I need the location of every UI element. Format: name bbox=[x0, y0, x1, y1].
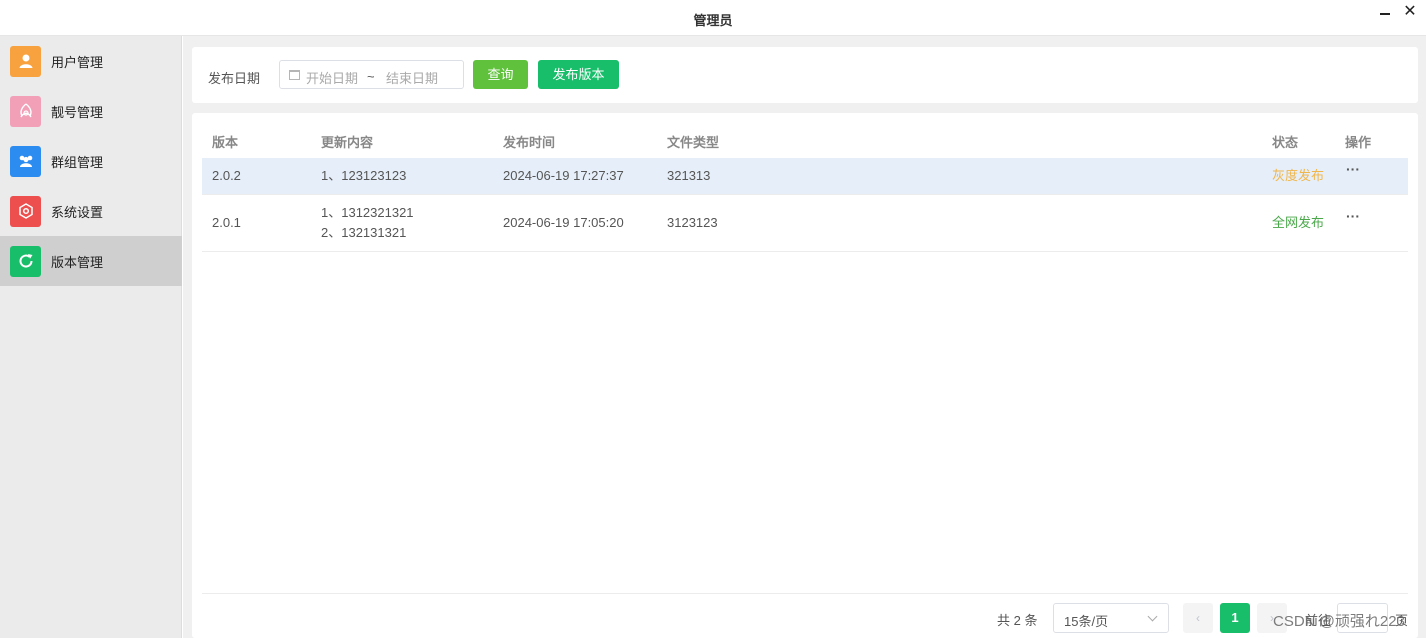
publish-version-button[interactable]: 发布版本 bbox=[538, 60, 619, 89]
page-size-select[interactable]: 15条/页 bbox=[1053, 603, 1169, 633]
filter-bar: 发布日期 开始日期 ~ 结束日期 查询 发布版本 bbox=[192, 47, 1418, 103]
more-actions-icon[interactable]: ··· bbox=[1346, 208, 1360, 224]
column-header-time: 发布时间 bbox=[503, 135, 556, 150]
sidebar: 用户管理 靓号管理 群组管理 系统设置 版本管理 bbox=[0, 36, 182, 638]
divider bbox=[202, 593, 1408, 594]
sidebar-item-label: 版本管理 bbox=[51, 254, 104, 270]
minimize-icon bbox=[1380, 13, 1390, 15]
column-header-version: 版本 bbox=[212, 135, 239, 150]
end-date-input[interactable]: 结束日期 bbox=[386, 68, 438, 87]
status-badge: 全网发布 bbox=[1272, 215, 1325, 230]
page-number-1[interactable]: 1 bbox=[1220, 603, 1250, 633]
total-count: 共 2 条 bbox=[997, 613, 1038, 628]
settings-hexagon-icon bbox=[10, 195, 41, 227]
cell-file-type: 321313 bbox=[667, 168, 711, 183]
sidebar-item-version-management[interactable]: 版本管理 bbox=[0, 236, 182, 286]
main-content: 发布日期 开始日期 ~ 结束日期 查询 发布版本 版本 更新内容 发布时间 文件… bbox=[183, 36, 1426, 638]
more-actions-icon[interactable]: ··· bbox=[1346, 161, 1360, 177]
prev-page-button[interactable]: ‹ bbox=[1183, 603, 1213, 633]
watermark: CSDN @顽强れ223 bbox=[1273, 613, 1405, 630]
close-button[interactable]: ✕ bbox=[1400, 4, 1420, 24]
date-separator: ~ bbox=[367, 69, 375, 84]
window-title: 管理员 bbox=[693, 13, 733, 28]
column-header-ops: 操作 bbox=[1345, 135, 1372, 150]
cell-version: 2.0.2 bbox=[212, 168, 241, 183]
sidebar-item-system-settings[interactable]: 系统设置 bbox=[0, 186, 182, 236]
sidebar-item-label: 用户管理 bbox=[51, 54, 104, 70]
cell-time: 2024-06-19 17:05:20 bbox=[503, 215, 624, 230]
sidebar-item-label: 群组管理 bbox=[51, 154, 104, 170]
cell-version: 2.0.1 bbox=[212, 215, 241, 230]
status-badge: 灰度发布 bbox=[1272, 168, 1325, 183]
user-icon bbox=[10, 45, 41, 77]
version-table: 版本 更新内容 发布时间 文件类型 状态 操作 2.0.2 1、12312312… bbox=[192, 113, 1418, 638]
page-size-value: 15条/页 bbox=[1064, 614, 1109, 629]
start-date-input[interactable]: 开始日期 bbox=[306, 68, 358, 87]
column-header-status: 状态 bbox=[1272, 135, 1299, 150]
column-header-file-type: 文件类型 bbox=[667, 135, 720, 150]
publish-date-label: 发布日期 bbox=[208, 71, 261, 86]
chevron-down-icon bbox=[1147, 611, 1158, 622]
refresh-icon bbox=[10, 245, 41, 277]
cell-content-line: 1、1312321321 bbox=[321, 205, 414, 220]
group-icon bbox=[10, 145, 41, 177]
sidebar-item-group-management[interactable]: 群组管理 bbox=[0, 136, 182, 186]
calendar-icon bbox=[289, 70, 300, 80]
cell-content-line: 2、132131321 bbox=[321, 225, 407, 240]
cell-content-line: 1、123123123 bbox=[321, 168, 407, 183]
table-row[interactable]: 2.0.2 1、123123123 2024-06-19 17:27:37 32… bbox=[202, 158, 1408, 195]
cell-time: 2024-06-19 17:27:37 bbox=[503, 168, 624, 183]
minimize-button[interactable] bbox=[1375, 4, 1395, 24]
title-bar: 管理员 ✕ bbox=[0, 0, 1426, 36]
query-button[interactable]: 查询 bbox=[473, 60, 528, 89]
date-range-picker[interactable]: 开始日期 ~ 结束日期 bbox=[279, 60, 464, 89]
sidebar-item-label: 靓号管理 bbox=[51, 104, 104, 120]
column-header-content: 更新内容 bbox=[321, 135, 374, 150]
sidebar-item-pretty-number[interactable]: 靓号管理 bbox=[0, 86, 182, 136]
pretty-number-icon bbox=[10, 95, 41, 127]
sidebar-item-user-management[interactable]: 用户管理 bbox=[0, 36, 182, 86]
cell-file-type: 3123123 bbox=[667, 215, 718, 230]
sidebar-item-label: 系统设置 bbox=[51, 204, 104, 220]
table-row[interactable]: 2.0.1 1、1312321321 2、132131321 2024-06-1… bbox=[202, 195, 1408, 252]
